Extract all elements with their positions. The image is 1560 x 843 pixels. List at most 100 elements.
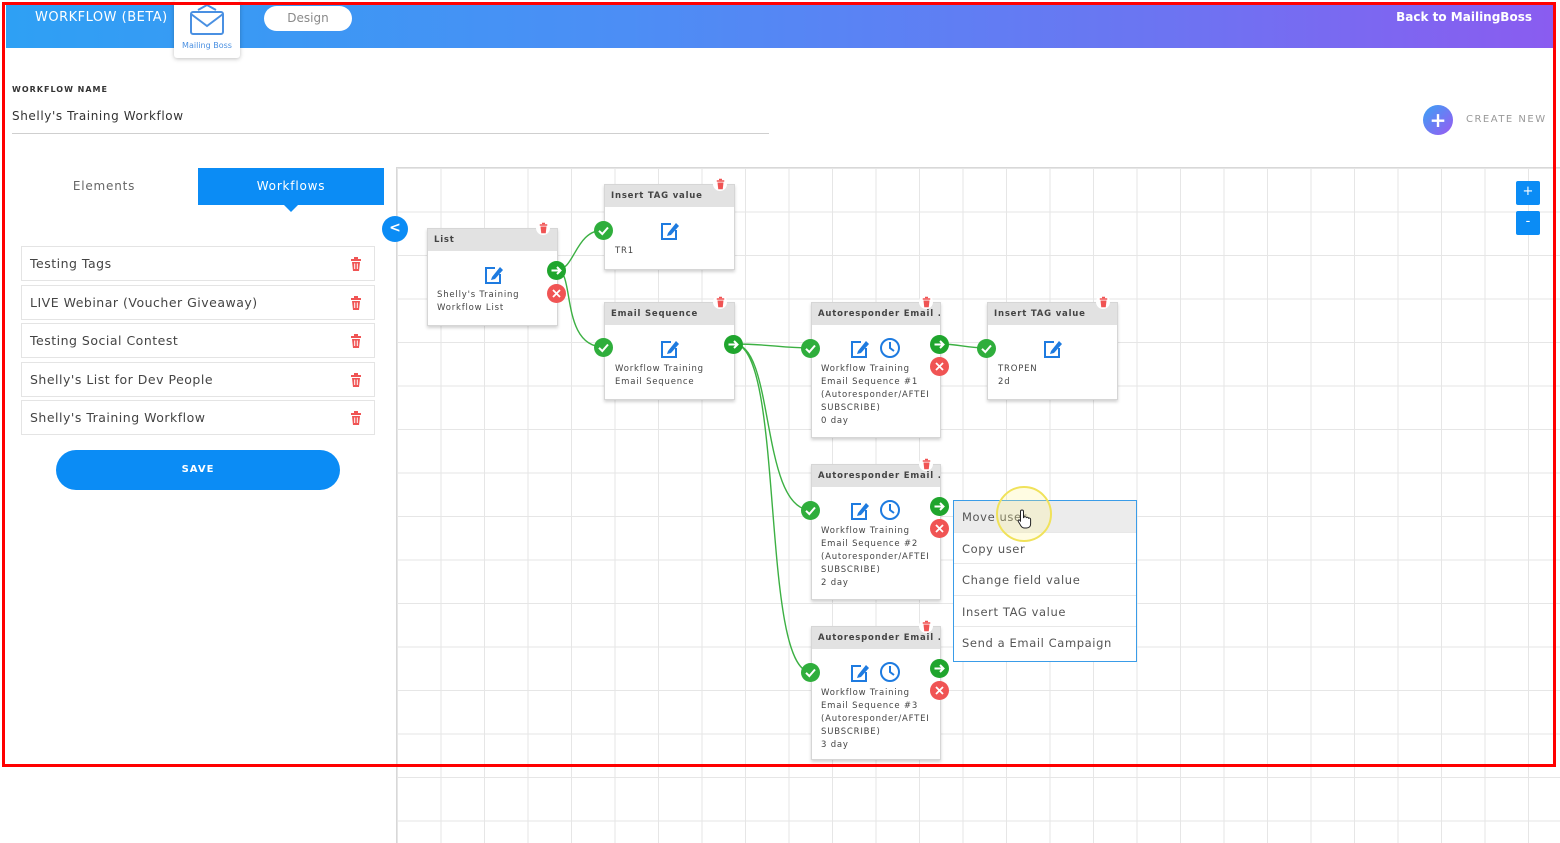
node-autoresponder-2[interactable]: Autoresponder Email ... Workflow Trainin… [811,464,941,600]
node-line: SUBSCRIBE) [821,727,881,737]
delete-node-button[interactable] [713,295,727,309]
delete-node-button[interactable] [919,295,933,309]
hand-cursor-icon [1017,509,1032,529]
output-port[interactable] [547,261,566,280]
trash-icon[interactable] [350,411,362,425]
workflow-list: Testing Tags LIVE Webinar (Voucher Givea… [21,246,375,439]
tab-elements[interactable]: Elements [20,168,188,205]
delete-node-button[interactable] [713,177,727,191]
node-email-sequence[interactable]: Email Sequence Workflow Training Email S… [604,302,735,400]
fail-port[interactable] [547,284,566,303]
create-new-button[interactable]: + [1423,105,1453,135]
delete-node-button[interactable] [1096,295,1110,309]
node-autoresponder-1[interactable]: Autoresponder Email ... Workflow Trainin… [811,302,941,438]
input-port[interactable] [594,338,613,357]
input-port[interactable] [801,501,820,520]
menu-item-copy-user[interactable]: Copy user [954,533,1136,564]
workflow-name-input[interactable]: Shelly's Training Workflow [12,109,184,123]
app-title: WORKFLOW (BETA) [35,10,168,25]
node-line: Workflow Training [615,364,704,374]
workflow-editor: WORKFLOW (BETA) Mailing Boss Design Back… [0,0,1560,843]
node-line: Email Sequence #3 [821,701,919,711]
arrow-right-icon [547,261,566,280]
trash-icon [539,222,548,234]
workflow-item-label: Testing Social Contest [30,333,179,348]
node-line: 2 day [821,578,849,588]
edit-icon[interactable] [482,263,504,285]
node-line: Email Sequence #1 [821,377,919,387]
list-item[interactable]: Testing Social Contest [21,323,375,358]
node-line: Email Sequence [615,377,695,387]
top-bar: WORKFLOW (BETA) Mailing Boss Design Back… [6,0,1554,58]
check-icon [801,663,820,682]
edit-icon[interactable] [658,337,680,359]
edit-icon[interactable] [848,661,870,683]
logo-text: Mailing Boss [182,41,232,50]
trash-icon[interactable] [350,295,362,310]
node-line: TROPEN [998,364,1038,374]
trash-icon[interactable] [350,334,362,348]
list-item[interactable]: Testing Tags [21,246,375,281]
delete-node-button[interactable] [536,221,550,235]
edit-icon[interactable] [1041,337,1063,359]
collapse-sidebar-button[interactable]: < [382,216,408,242]
menu-item-insert-tag-value[interactable]: Insert TAG value [954,596,1136,627]
save-button[interactable]: SAVE [56,450,340,490]
delete-node-button[interactable] [919,619,933,633]
clock-icon[interactable] [879,499,901,521]
node-line: TR1 [615,246,634,256]
node-list[interactable]: List Shelly's Training Workflow List [427,228,558,326]
design-button[interactable]: Design [264,6,352,31]
fail-port[interactable] [930,681,949,700]
workflow-name-underline [12,133,769,134]
output-port[interactable] [930,335,949,354]
node-line: 2d [998,377,1011,387]
input-port[interactable] [801,339,820,358]
edit-icon[interactable] [848,499,870,521]
input-port[interactable] [594,221,613,240]
input-port[interactable] [977,339,996,358]
zoom-out-button[interactable]: - [1516,211,1540,235]
node-insert-tag-tr1[interactable]: Insert TAG value TR1 [604,184,735,270]
check-icon [801,339,820,358]
arrow-right-icon [930,659,949,678]
node-line: 3 day [821,740,849,750]
list-item[interactable]: Shelly's List for Dev People [21,361,375,397]
workflow-item-label: Shelly's List for Dev People [30,371,214,387]
mailingboss-logo[interactable]: Mailing Boss [174,0,240,58]
output-port[interactable] [930,659,949,678]
trash-icon[interactable] [350,257,362,271]
delete-node-button[interactable] [919,457,933,471]
output-port[interactable] [724,335,743,354]
node-line: Shelly's Training [437,290,520,300]
fail-port[interactable] [930,519,949,538]
input-port[interactable] [801,663,820,682]
menu-item-change-field-value[interactable]: Change field value [954,564,1136,596]
check-icon [594,338,613,357]
arrow-right-icon [930,497,949,516]
edit-icon[interactable] [658,219,680,241]
envelope-icon [190,4,224,35]
node-line: (Autoresponder/AFTEI [821,714,930,724]
edit-icon[interactable] [848,337,870,359]
create-new-label[interactable]: CREATE NEW [1466,114,1547,125]
workflow-name-label: WORKFLOW NAME [12,85,108,94]
back-to-mailingboss-link[interactable]: Back to MailingBoss [1396,10,1532,24]
trash-icon[interactable] [350,372,362,387]
trash-icon [1099,296,1108,308]
output-port[interactable] [930,497,949,516]
clock-icon[interactable] [879,661,901,683]
node-line: Workflow Training [821,688,910,698]
check-icon [801,501,820,520]
tab-workflows[interactable]: Workflows [198,168,384,212]
menu-item-send-email-campaign[interactable]: Send a Email Campaign [954,627,1136,659]
clock-icon[interactable] [879,337,901,359]
node-line: (Autoresponder/AFTEI [821,552,930,562]
close-icon [930,357,949,376]
zoom-in-button[interactable]: + [1516,181,1540,205]
node-insert-tag-tropen[interactable]: Insert TAG value TROPEN 2d [987,302,1118,400]
node-autoresponder-3[interactable]: Autoresponder Email ... Workflow Trainin… [811,626,941,760]
list-item[interactable]: LIVE Webinar (Voucher Giveaway) [21,284,375,320]
fail-port[interactable] [930,357,949,376]
list-item[interactable]: Shelly's Training Workflow [21,400,375,435]
